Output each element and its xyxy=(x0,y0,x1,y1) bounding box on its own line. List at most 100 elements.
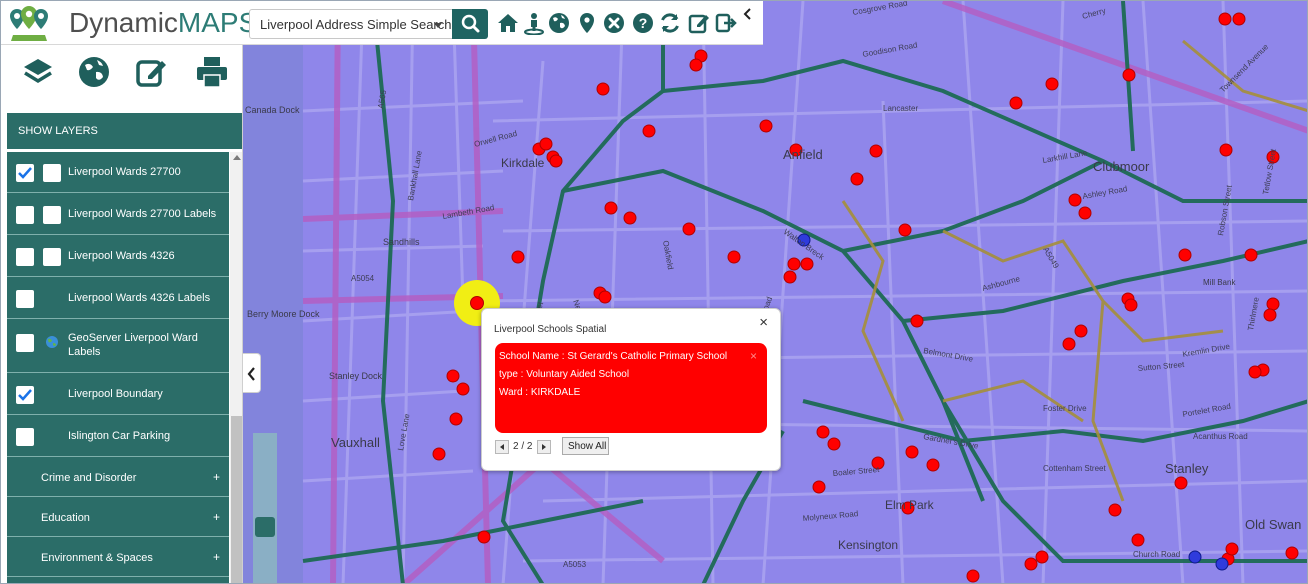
layer-group-crime[interactable]: Crime and Disorder + xyxy=(7,458,229,497)
triangle-right-icon xyxy=(542,444,546,450)
map-place-label: Kensington xyxy=(838,538,898,552)
layer-label: Liverpool Wards 4326 xyxy=(68,250,175,262)
layer-item[interactable]: Liverpool Boundary xyxy=(7,374,229,415)
layer-visibility-checkbox[interactable] xyxy=(16,428,34,446)
map-street-label: Acanthus Road xyxy=(1193,432,1248,441)
checkmark-icon xyxy=(18,389,32,401)
chevron-down-icon xyxy=(434,23,442,28)
scrollbar-thumb[interactable] xyxy=(231,416,242,583)
popup-close-button[interactable]: × xyxy=(759,314,768,331)
ward-text: Ward : KIRKDALE xyxy=(499,387,581,398)
map-place-label: Berry Moore Dock xyxy=(247,309,320,319)
exit-icon[interactable] xyxy=(714,11,738,35)
layer-item[interactable]: GeoServer Liverpool Ward Labels xyxy=(7,320,229,373)
search-type-select[interactable]: Liverpool Address Simple Search xyxy=(249,9,453,39)
svg-text:?: ? xyxy=(639,15,648,31)
home-icon[interactable] xyxy=(496,11,520,35)
collapse-toolbar-icon[interactable] xyxy=(741,7,755,21)
app-window: Anfield Kirkdale Clubmoor Vauxhall Stanley Ke… xyxy=(0,0,1308,584)
map-place-label: Clubmoor xyxy=(1093,159,1150,174)
layer-label: Liverpool Wards 27700 Labels xyxy=(68,208,217,220)
clear-icon[interactable] xyxy=(602,11,626,35)
globe-icon xyxy=(45,335,59,349)
app-title: DynamicMAPS xyxy=(69,7,258,38)
layer-label: Liverpool Wards 4326 Labels xyxy=(68,292,211,304)
layers-icon[interactable] xyxy=(21,55,55,89)
search-button[interactable] xyxy=(452,9,488,39)
person-locate-icon[interactable] xyxy=(522,11,546,36)
layer-visibility-checkbox[interactable] xyxy=(16,206,34,224)
layer-group-environment[interactable]: Environment & Spaces + xyxy=(7,538,229,577)
layer-label-checkbox[interactable] xyxy=(43,248,61,266)
map-place-label: Stanley xyxy=(1165,461,1209,476)
previous-page-button[interactable] xyxy=(495,440,509,454)
print-icon[interactable] xyxy=(195,55,229,89)
layer-item[interactable]: Liverpool Wards 4326 Labels xyxy=(7,278,229,319)
map-street-label: Foster Drive xyxy=(1043,404,1087,413)
layer-group-education[interactable]: Education + xyxy=(7,498,229,537)
layer-item[interactable]: Liverpool Wards 4326 xyxy=(7,236,229,277)
expand-icon[interactable]: + xyxy=(213,550,220,564)
layer-item[interactable]: Islington Car Parking xyxy=(7,416,229,457)
header-bar: DynamicMAPS Liverpool Address Simple Sea… xyxy=(1,1,763,45)
layer-label-checkbox[interactable] xyxy=(43,206,61,224)
layer-visibility-checkbox[interactable] xyxy=(16,164,34,182)
map-place-label: Mill Bank xyxy=(1203,278,1236,287)
layer-visibility-checkbox[interactable] xyxy=(16,334,34,352)
card-close-button[interactable]: × xyxy=(750,349,757,363)
sidebar-toolbar xyxy=(1,45,242,111)
scroll-up-icon[interactable] xyxy=(233,155,241,160)
map-place-label: Kirkdale xyxy=(501,156,545,170)
map-place-label: Stanley Dock xyxy=(329,371,383,381)
refresh-icon[interactable] xyxy=(658,11,682,35)
checkmark-icon xyxy=(18,167,32,179)
map-place-label: Sandhills xyxy=(383,237,420,247)
globe-icon[interactable] xyxy=(547,11,571,35)
map-pin-icon[interactable] xyxy=(575,11,599,35)
logo-icon xyxy=(7,5,51,43)
sidebar-collapse-button[interactable] xyxy=(243,353,261,393)
layer-label: Islington Car Parking xyxy=(68,430,171,442)
help-icon[interactable]: ? xyxy=(631,11,655,35)
search-icon xyxy=(461,14,480,33)
map-street-label: Cottenham Street xyxy=(1043,464,1106,473)
layers-list: Liverpool Wards 27700 Liverpool Wards 27… xyxy=(7,152,229,583)
feature-details-card: School Name : St Gerard's Catholic Prima… xyxy=(495,343,767,433)
next-page-button[interactable] xyxy=(537,440,551,454)
map-base: Anfield Kirkdale Clubmoor Vauxhall Stanley Ke… xyxy=(243,1,1307,583)
group-label: Crime and Disorder xyxy=(41,472,137,484)
layer-label-checkbox[interactable] xyxy=(43,164,61,182)
feature-info-popup: Liverpool Schools Spatial × School Name … xyxy=(481,308,781,471)
edit-icon[interactable] xyxy=(687,11,711,35)
map-place-label: Canada Dock xyxy=(245,105,300,115)
zoom-slider-track[interactable] xyxy=(253,433,277,583)
map-place-label: Vauxhall xyxy=(331,435,380,450)
layer-visibility-checkbox[interactable] xyxy=(16,386,34,404)
layer-item[interactable]: Liverpool Wards 27700 Labels xyxy=(7,194,229,235)
zoom-slider-handle[interactable] xyxy=(255,517,275,537)
sidebar: SHOW LAYERS Liverpool Wards 27700 Liverp… xyxy=(1,45,243,583)
school-type-text: type : Voluntary Aided School xyxy=(499,369,630,380)
map-street-label: Church Road xyxy=(1133,550,1180,559)
layer-visibility-checkbox[interactable] xyxy=(16,248,34,266)
globe-icon[interactable] xyxy=(77,55,111,89)
show-layers-header[interactable]: SHOW LAYERS xyxy=(7,113,242,149)
map-street-label: A5053 xyxy=(563,560,587,569)
group-label: Environment & Spaces xyxy=(41,552,153,564)
expand-icon[interactable]: + xyxy=(213,470,220,484)
popup-title: Liverpool Schools Spatial xyxy=(494,324,607,335)
edit-icon[interactable] xyxy=(135,55,169,89)
expand-icon[interactable]: + xyxy=(213,510,220,524)
search-type-value: Liverpool Address Simple Search xyxy=(260,17,452,32)
map-street-label: A5054 xyxy=(351,274,375,283)
school-name-text: School Name : St Gerard's Catholic Prima… xyxy=(499,351,728,362)
layers-scrollbar[interactable] xyxy=(230,152,242,583)
show-all-button[interactable]: Show All xyxy=(562,437,609,455)
layer-label: GeoServer Liverpool Ward Labels xyxy=(68,332,198,358)
layer-visibility-checkbox[interactable] xyxy=(16,290,34,308)
layer-item[interactable]: Liverpool Wards 27700 xyxy=(7,152,229,193)
page-indicator: 2 / 2 xyxy=(513,441,533,452)
map-canvas[interactable]: Anfield Kirkdale Clubmoor Vauxhall Stanley Ke… xyxy=(243,1,1307,583)
layer-label: Liverpool Boundary xyxy=(68,388,163,400)
layer-label: Liverpool Wards 27700 xyxy=(68,166,181,178)
